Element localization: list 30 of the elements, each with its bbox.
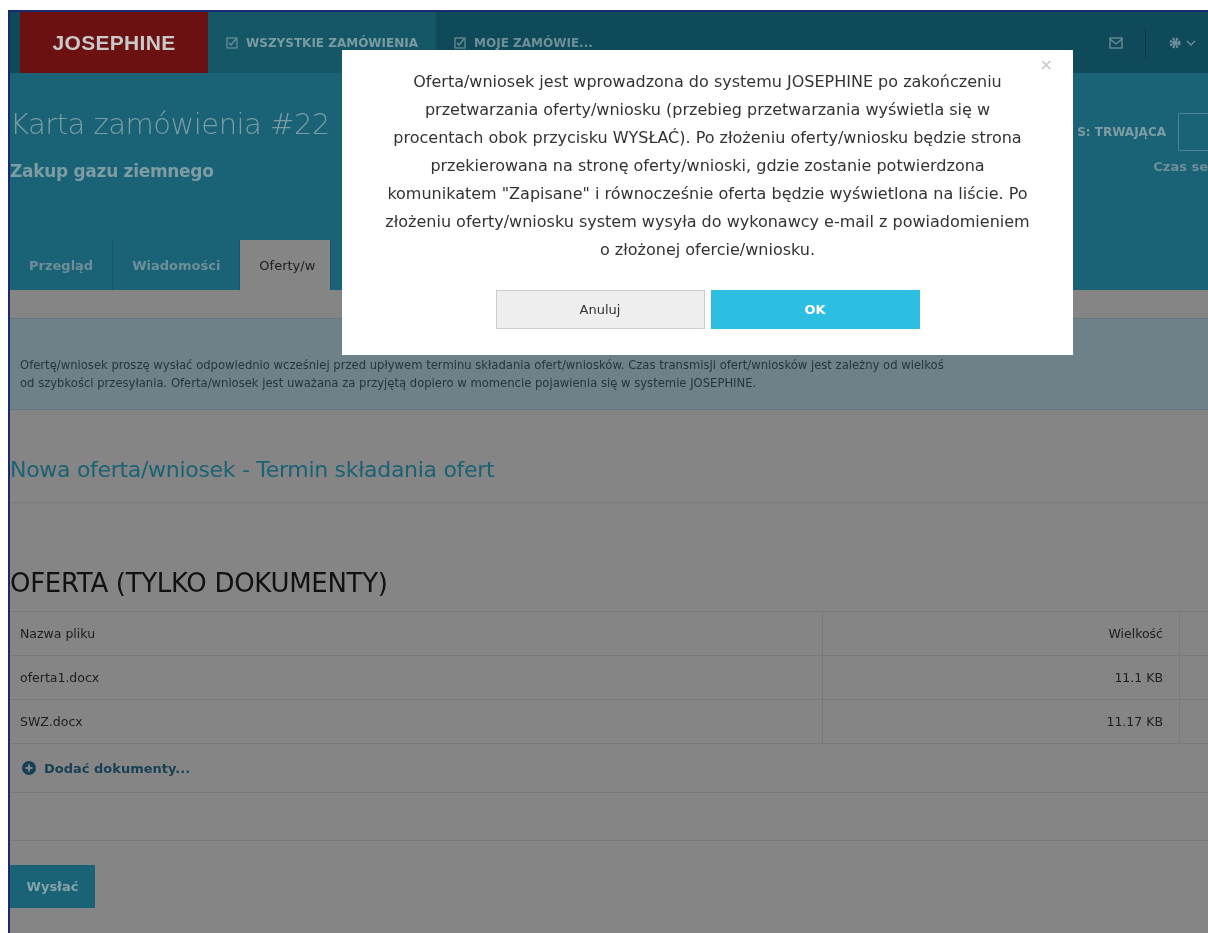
info-text: od szybkości przesyłania. Oferta/wniosek jest uważana za przyjętą dopiero w momencie pojawienia się w systemie JOSEPHINE. (20, 375, 757, 392)
tab[interactable]: Oferty/w (240, 240, 332, 290)
nav-item[interactable]: MOJE ZAMÓWIE... (436, 12, 611, 73)
info-text: Ofertę/wniosek proszę wysłać odpowiednio wcześniej przed upływem terminu składania ofert/wniosków. Czas transmisji ofert/wniosków jest zależny od wielkoś (20, 357, 944, 374)
table-cell: 11.1 KB (822, 655, 1180, 700)
checkbox-icon (454, 36, 467, 49)
page-subtitle: Zakup gazu ziemnego (10, 161, 214, 181)
logo[interactable]: JOSEPHINE (20, 12, 208, 73)
header-button[interactable] (1178, 113, 1208, 151)
column-header: Nazwa pliku (10, 611, 823, 656)
table-cell: SWZ.docx (10, 699, 823, 744)
send-button[interactable]: Wysłać (10, 865, 95, 908)
add-documents-link[interactable]: Dodać dokumenty... (44, 760, 191, 776)
status-label: S: TRWAJĄCA (1077, 125, 1166, 139)
table-cell: oferta1.docx (10, 655, 823, 700)
cancel-button[interactable]: Anuluj (495, 290, 705, 329)
close-button[interactable]: × (1039, 55, 1053, 74)
checkbox-icon (226, 36, 238, 49)
mail-icon (1109, 36, 1123, 49)
section-title: Nowa oferta/wniosek - Termin składania ofert (10, 457, 495, 482)
settings-icon[interactable] (1168, 35, 1196, 50)
section-heading: OFERTA (TYLKO DOKUMENTY) (10, 568, 388, 598)
session-label: Czas se (1153, 159, 1208, 174)
page-title: Karta zamówienia #22 (10, 107, 330, 141)
column-header: Wielkość (822, 611, 1180, 656)
dialog-message: Oferta/wniosek jest wprowadzona do systemu JOSEPHINE po zakończeniu przetwarzania oferty/wniosku (przebieg przetwarzania wyświetla się w procentach obok przycisku WYSŁAĆ). Po złożeniu oferty/wniosku będzie strona przekierowana na stronę oferty/wnioski, gdzie zostanie potwierdzona komunikatem "Zapisane" i równocześnie oferta będzie wyświetlona na liście. Po złożeniu oferty/wniosku system wysyła do wykonawcy e-mail z powiadomieniem o złożonej ofercie/wniosku. (384, 71, 1031, 261)
table-cell: 11.17 KB (822, 699, 1180, 744)
ok-button[interactable]: OK (710, 290, 920, 329)
plus-icon (22, 761, 36, 775)
tab[interactable]: Przegląd (10, 240, 114, 290)
